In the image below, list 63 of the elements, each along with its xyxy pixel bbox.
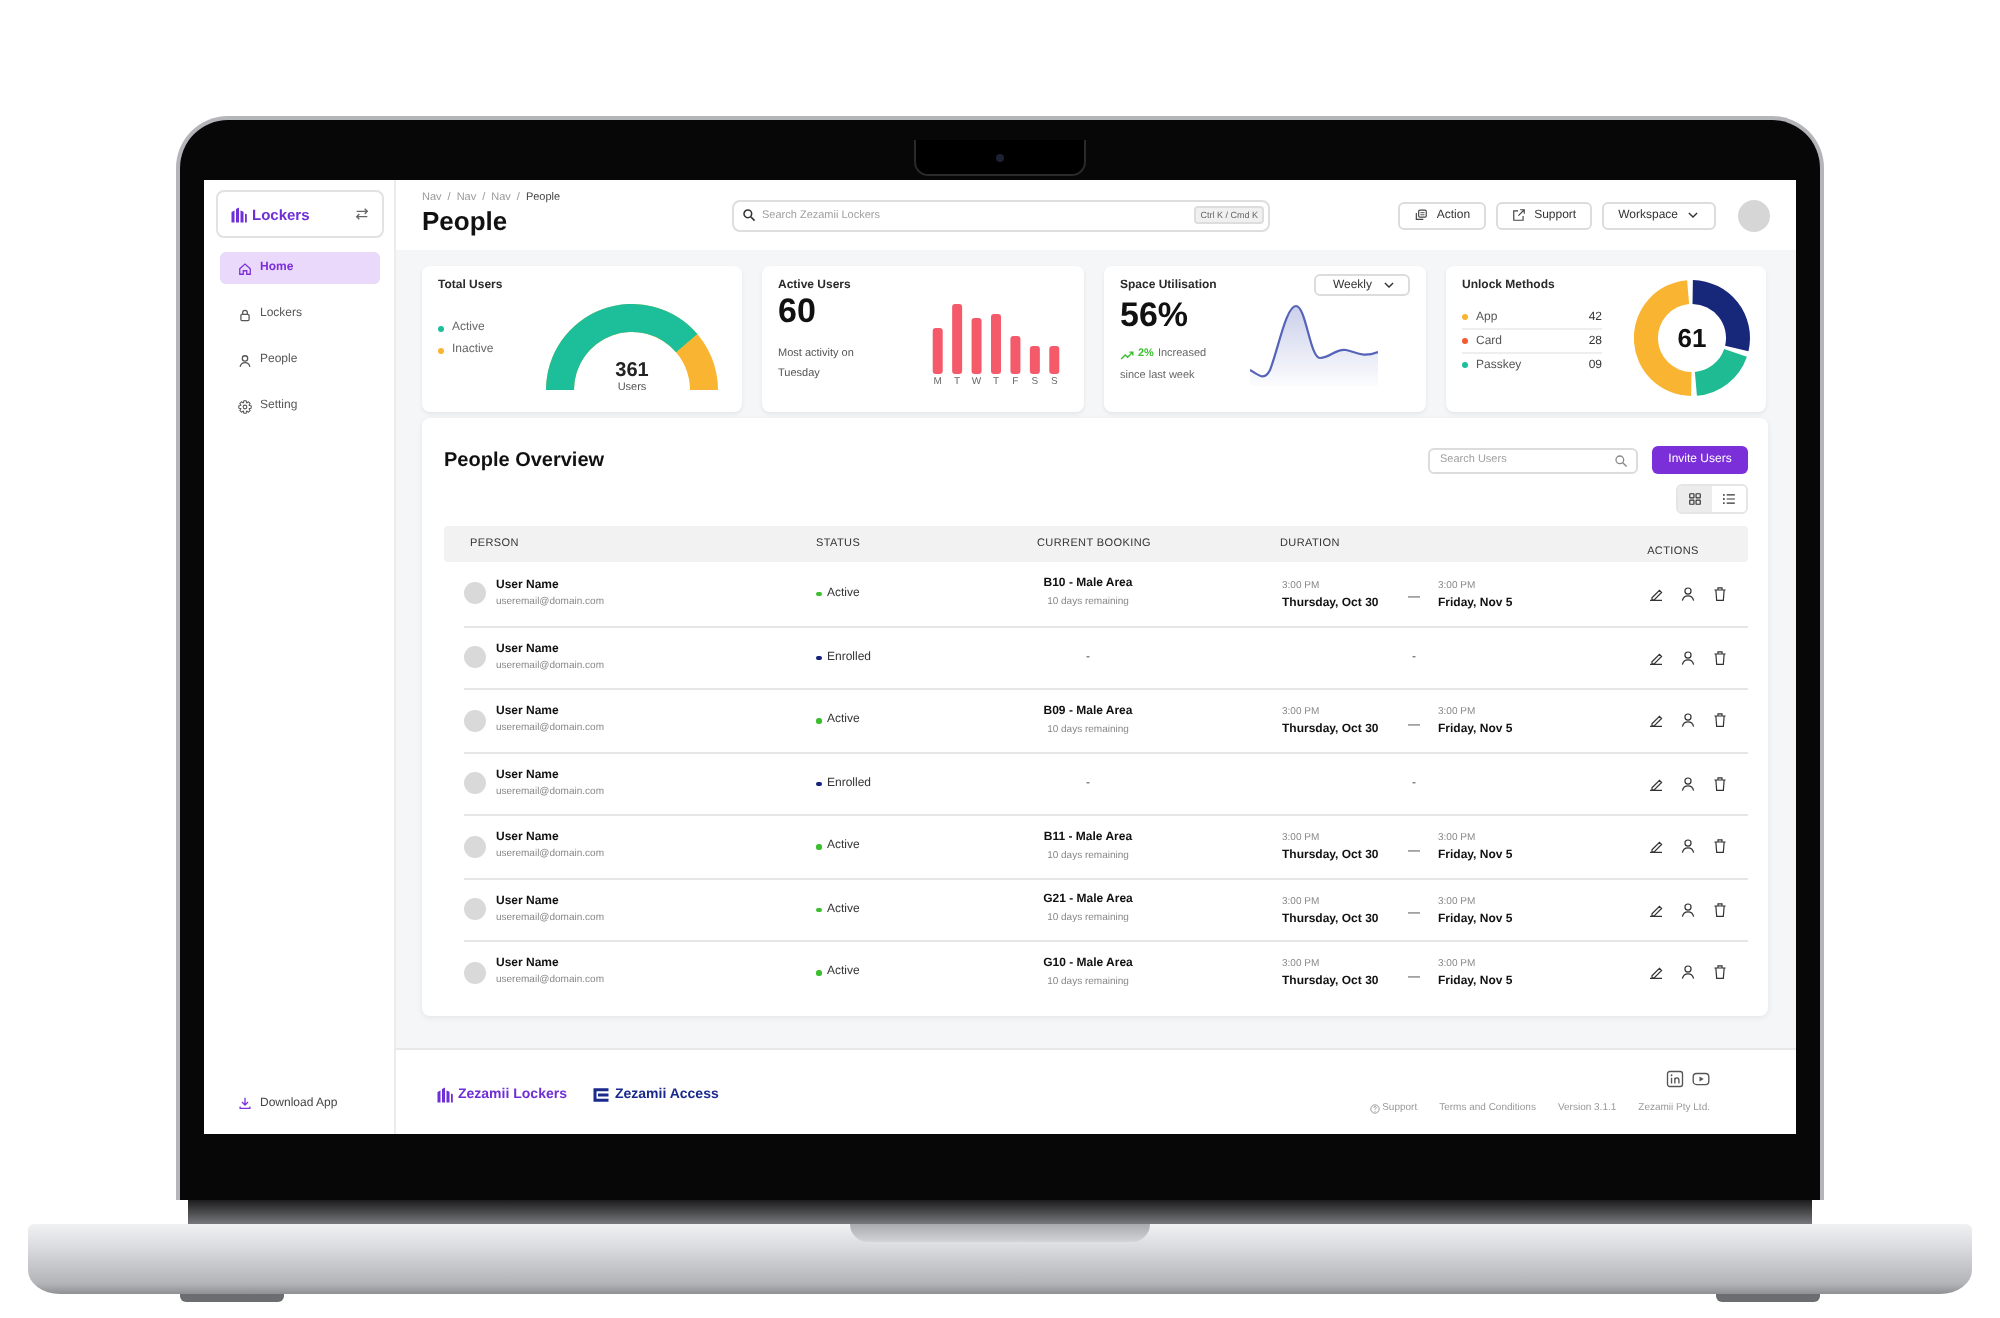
webcam-icon [914,140,1086,176]
gauge-value: 361 [615,360,649,382]
trash-icon[interactable] [1712,964,1728,981]
copy-icon [1414,208,1429,222]
trash-icon[interactable] [1712,585,1728,602]
user-icon[interactable] [1680,901,1696,918]
trash-icon[interactable] [1712,775,1728,792]
user-icon[interactable] [1680,775,1696,792]
trash-icon[interactable] [1712,901,1728,918]
person-icon [238,353,252,367]
trash-icon[interactable] [1712,649,1728,666]
edit-icon[interactable] [1648,901,1664,918]
laptop-foot [1716,1294,1820,1302]
edit-icon[interactable] [1648,964,1664,981]
external-link-icon [1512,208,1527,222]
edit-icon[interactable] [1648,649,1664,666]
settings-icon [238,399,252,413]
avatar-icon [464,961,486,984]
avatar-icon [464,582,486,605]
edit-icon[interactable] [1648,775,1664,792]
donut-slice [1694,349,1747,396]
edit-icon[interactable] [1648,838,1664,855]
grid-view-button[interactable] [1678,486,1712,512]
donut-total: 61 [1675,323,1709,353]
avatar-icon [464,898,486,921]
page-title: People [422,208,508,238]
list-icon [1722,492,1736,506]
card-value: 56% [1120,298,1189,336]
help-icon [1369,1103,1380,1113]
grid-icon [1688,492,1702,506]
avatar-icon [464,709,486,732]
bar-chart [928,301,1064,373]
avatar-icon [464,772,486,795]
building-icon [230,205,248,223]
user-icon[interactable] [1680,838,1696,855]
user-icon[interactable] [1680,585,1696,602]
building-icon [436,1086,454,1104]
avatar-icon [464,835,486,858]
search-icon [1614,453,1628,467]
search-icon [742,208,756,222]
trend-up-icon [1120,347,1134,362]
download-icon [238,1096,252,1110]
trash-icon[interactable] [1712,838,1728,855]
edit-icon[interactable] [1648,712,1664,729]
trash-icon[interactable] [1712,712,1728,729]
chevron-down-icon [1686,208,1700,222]
laptop-foot [180,1294,284,1302]
youtube-icon[interactable] [1692,1070,1710,1088]
edit-icon[interactable] [1648,585,1664,602]
donut-chart [1634,280,1750,396]
area-chart [1250,301,1378,386]
lock-icon [238,307,252,321]
chevron-down-icon [1382,278,1396,292]
user-icon[interactable] [1680,649,1696,666]
linkedin-icon[interactable] [1666,1070,1684,1088]
section-title: People Overview [444,450,605,472]
home-icon [238,261,252,275]
card-value: 60 [778,294,816,332]
user-icon[interactable] [1680,712,1696,729]
user-icon[interactable] [1680,964,1696,981]
stripes-logo-icon [592,1086,611,1104]
avatar-icon [464,646,486,669]
swap-icon[interactable] [354,206,370,222]
